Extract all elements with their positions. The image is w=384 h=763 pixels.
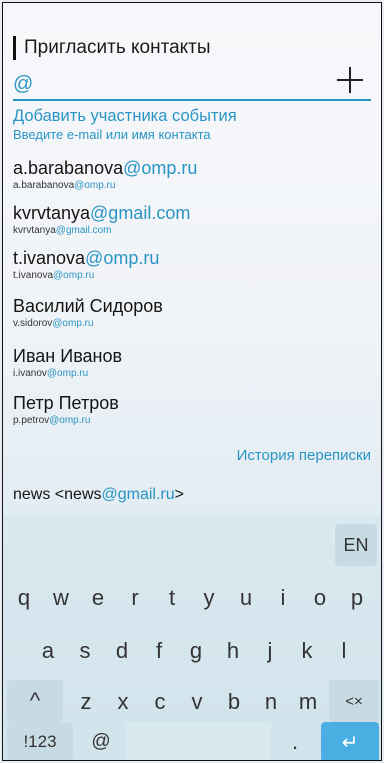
key-z[interactable]: z bbox=[69, 680, 103, 724]
key-h[interactable]: h bbox=[216, 629, 250, 673]
invite-contacts-screen: Пригласить контакты @ Добавить участника… bbox=[2, 2, 382, 761]
key-r[interactable]: r bbox=[118, 576, 152, 620]
key-n[interactable]: n bbox=[254, 680, 288, 724]
key-v[interactable]: v bbox=[180, 680, 214, 724]
key-c[interactable]: c bbox=[143, 680, 177, 724]
history-link[interactable]: История переписки bbox=[237, 447, 371, 464]
key-a[interactable]: a bbox=[31, 629, 65, 673]
title-accent-bar bbox=[13, 36, 16, 60]
contact-email: a.barabanova@omp.ru bbox=[13, 180, 116, 191]
add-participant-subhint: Введите e-mail или имя контакта bbox=[13, 127, 211, 142]
contact-email: v.sidorov@omp.ru bbox=[13, 318, 94, 329]
backspace-key[interactable]: <× bbox=[329, 680, 379, 722]
page-title: Пригласить контакты bbox=[24, 37, 211, 58]
contact-email: i.ivanov@omp.ru bbox=[13, 368, 89, 379]
contact-name: kvrvtanya@gmail.com bbox=[13, 203, 191, 223]
contact-item[interactable]: a.barabanova@omp.ru a.barabanova@omp.ru bbox=[13, 157, 197, 192]
key-f[interactable]: f bbox=[142, 629, 176, 673]
add-participant-hint: Добавить участника события bbox=[13, 107, 237, 125]
key-m[interactable]: m bbox=[291, 680, 325, 724]
key-t[interactable]: t bbox=[155, 576, 189, 620]
virtual-keyboard: EN q w e r t y u i o p a s d f g h j k l… bbox=[3, 516, 381, 760]
contact-item[interactable]: kvrvtanya@gmail.com kvrvtanya@gmail.com bbox=[13, 202, 190, 237]
key-k[interactable]: k bbox=[290, 629, 324, 673]
key-i[interactable]: i bbox=[266, 576, 300, 620]
key-l[interactable]: l bbox=[327, 629, 361, 673]
contact-item[interactable]: Иван Иванов i.ivanov@omp.ru bbox=[13, 345, 122, 380]
key-d[interactable]: d bbox=[105, 629, 139, 673]
enter-key[interactable]: ↵ bbox=[321, 722, 379, 760]
at-key[interactable]: @ bbox=[79, 722, 123, 760]
key-y[interactable]: y bbox=[192, 576, 226, 620]
dot-key[interactable]: . bbox=[273, 722, 317, 760]
contact-email: t.ivanova@omp.ru bbox=[13, 270, 95, 281]
contact-name: a.barabanova@omp.ru bbox=[13, 158, 198, 178]
key-w[interactable]: w bbox=[44, 576, 78, 620]
contact-email: kvrvtanya@gmail.com bbox=[13, 225, 112, 236]
plus-icon[interactable] bbox=[337, 67, 363, 93]
key-g[interactable]: g bbox=[179, 629, 213, 673]
contact-name: Василий Сидоров bbox=[13, 296, 163, 316]
language-key[interactable]: EN bbox=[335, 524, 377, 566]
key-j[interactable]: j bbox=[253, 629, 287, 673]
contact-email: p.petrov@omp.ru bbox=[13, 415, 91, 426]
contact-search-input-value: @ bbox=[13, 73, 34, 95]
symbols-key[interactable]: !123 bbox=[7, 722, 73, 760]
header: Пригласить контакты bbox=[13, 35, 211, 61]
key-u[interactable]: u bbox=[229, 576, 263, 620]
contact-name: Петр Петров bbox=[13, 393, 119, 413]
key-e[interactable]: e bbox=[81, 576, 115, 620]
contact-item[interactable]: t.ivanova@omp.ru t.ivanova@omp.ru bbox=[13, 247, 159, 282]
contact-search-input[interactable]: @ bbox=[13, 67, 371, 101]
contact-item[interactable]: Петр Петров p.petrov@omp.ru bbox=[13, 392, 119, 427]
key-p[interactable]: p bbox=[340, 576, 374, 620]
key-b[interactable]: b bbox=[217, 680, 251, 724]
key-x[interactable]: x bbox=[106, 680, 140, 724]
contact-item[interactable]: Василий Сидоров v.sidorov@omp.ru bbox=[13, 295, 163, 330]
space-key[interactable] bbox=[125, 722, 271, 760]
key-q[interactable]: q bbox=[7, 576, 41, 620]
shift-key[interactable]: ^ bbox=[7, 680, 63, 722]
contact-name: Иван Иванов bbox=[13, 346, 123, 366]
contact-name: t.ivanova@omp.ru bbox=[13, 248, 160, 268]
news-suggestion[interactable]: news <news@gmail.ru> bbox=[13, 486, 184, 504]
key-s[interactable]: s bbox=[68, 629, 102, 673]
key-o[interactable]: o bbox=[303, 576, 337, 620]
